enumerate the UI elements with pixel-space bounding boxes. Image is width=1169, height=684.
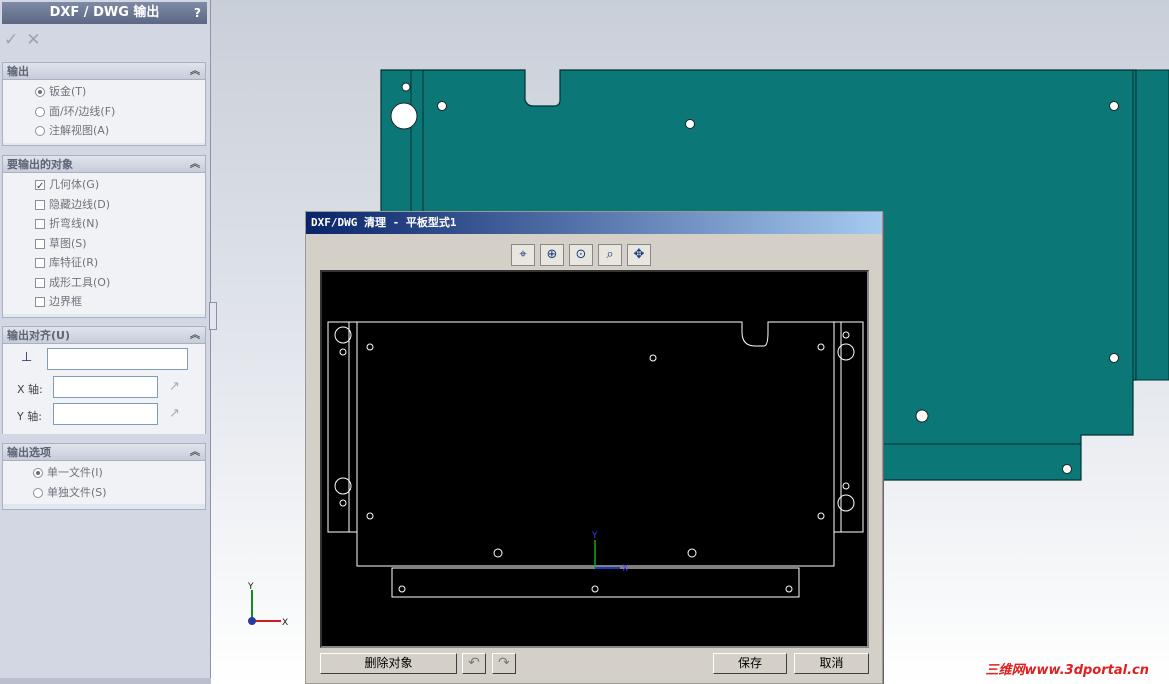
check-icon[interactable]: ✓ <box>4 30 18 50</box>
collapse-icon[interactable]: ︽ <box>190 156 200 173</box>
y-axis-field[interactable] <box>53 403 158 425</box>
delete-objects-button[interactable]: 删除对象 <box>320 653 457 674</box>
preview-y-label: Y <box>591 531 598 541</box>
collapse-icon[interactable]: ︽ <box>190 327 200 344</box>
options-group-title: 输出选项 <box>7 446 51 459</box>
save-button[interactable]: 保存 <box>713 653 787 674</box>
output-group: 输出 ︽ 钣金(T) 面/环/边线(F) 注解视图(A) <box>2 62 206 146</box>
radio-sheetmetal[interactable]: 钣金(T) <box>3 82 205 102</box>
select-wand-icon[interactable]: ⌖ <box>511 244 535 266</box>
drawing-preview[interactable]: Y X <box>320 270 869 648</box>
radio-faces-label: 面/环/边线(F) <box>49 104 116 118</box>
align-group-title: 输出对齐(U) <box>7 329 70 342</box>
help-icon[interactable]: ? <box>194 2 201 24</box>
panel-tabs[interactable] <box>0 678 211 684</box>
options-group-body: 单一文件(I) 单独文件(S) <box>3 461 205 504</box>
action-buttons: ✓ ✕ <box>4 30 49 50</box>
zoom-area-icon[interactable]: ⌕ <box>598 244 622 266</box>
watermark-text: 三维网www.3dportal.cn <box>985 663 1149 678</box>
checkbox-sketches[interactable]: 草图(S) <box>3 234 205 254</box>
align-group: 输出对齐(U) ︽ ⊥ X 轴: ↗ Y 轴: ↗ <box>2 326 206 434</box>
radio-annotation-view[interactable]: 注解视图(A) <box>3 121 205 141</box>
checkbox-bounding-box[interactable]: 边界框 <box>3 292 205 312</box>
checkbox-forming-tools[interactable]: 成形工具(O) <box>3 273 205 293</box>
radio-single-file[interactable]: 单一文件(I) <box>3 463 205 483</box>
flip-direction-icon[interactable]: ↗ <box>169 379 180 394</box>
x-axis-field[interactable] <box>53 376 158 398</box>
output-group-body: 钣金(T) 面/环/边线(F) 注解视图(A) <box>3 80 205 143</box>
pan-icon[interactable]: ✥ <box>627 244 651 266</box>
radio-faces-loops-edges[interactable]: 面/环/边线(F) <box>3 102 205 122</box>
preview-drawing[interactable]: Y X <box>322 272 867 646</box>
panel-title: DXF / DWG 输出 ? <box>2 2 207 24</box>
align-group-body: ⊥ X 轴: ↗ Y 轴: ↗ <box>3 344 205 434</box>
radio-separate-files[interactable]: 单独文件(S) <box>3 483 205 503</box>
options-group: 输出选项 ︽ 单一文件(I) 单独文件(S) <box>2 443 206 510</box>
flip-direction-icon[interactable]: ↗ <box>169 406 180 421</box>
checkbox-library-features[interactable]: 库特征(R) <box>3 253 205 273</box>
objects-group-body: 几何体(G) 隐藏边线(D) 折弯线(N) 草图(S) 库特征(R) 成形工具(… <box>3 173 205 314</box>
triad-x-label: X <box>282 618 288 628</box>
redo-icon[interactable]: ↷ <box>492 653 516 674</box>
dialog-title: DXF/DWG 清理 - 平板型式1 <box>306 212 882 234</box>
preview-axes-icon: Y X <box>591 531 628 574</box>
undo-icon[interactable]: ↶ <box>462 653 486 674</box>
x-icon[interactable]: ✕ <box>26 30 40 50</box>
zoom-icon[interactable]: ⊕ <box>540 244 564 266</box>
preview-x-label: X <box>622 564 628 574</box>
output-group-header[interactable]: 输出 ︽ <box>3 63 205 80</box>
origin-axes-icon: ⊥ <box>21 350 33 365</box>
objects-group: 要输出的对象 ︽ 几何体(G) 隐藏边线(D) 折弯线(N) 草图(S) 库特征(… <box>2 155 206 318</box>
objects-group-header[interactable]: 要输出的对象 ︽ <box>3 156 205 173</box>
y-axis-label: Y 轴: <box>17 410 42 423</box>
origin-field[interactable] <box>47 348 188 370</box>
checkbox-hidden-edges[interactable]: 隐藏边线(D) <box>3 195 205 215</box>
collapse-icon[interactable]: ︽ <box>190 63 200 80</box>
property-manager-panel: DXF / DWG 输出 ? ✓ ✕ 输出 ︽ 钣金(T) 面/环/边线(F) 注解… <box>0 0 217 684</box>
cleanup-dialog: DXF/DWG 清理 - 平板型式1 ⌖ ⊕ ⊙ ⌕ ✥ Y X 删除对象 ↶ … <box>305 211 883 684</box>
checkbox-bend-lines[interactable]: 折弯线(N) <box>3 214 205 234</box>
zoom-fit-icon[interactable]: ⊙ <box>569 244 593 266</box>
objects-group-title: 要输出的对象 <box>7 158 73 171</box>
x-axis-label: X 轴: <box>17 383 43 396</box>
triad-y-label: Y <box>247 582 254 592</box>
checkbox-geometry[interactable]: 几何体(G) <box>3 175 205 197</box>
panel-title-text: DXF / DWG 输出 <box>49 5 160 20</box>
triad-axes-icon: Y X <box>247 582 288 628</box>
align-group-header[interactable]: 输出对齐(U) ︽ <box>3 327 205 344</box>
output-group-title: 输出 <box>7 65 29 78</box>
options-group-header[interactable]: 输出选项 ︽ <box>3 444 205 461</box>
cancel-button[interactable]: 取消 <box>794 653 869 674</box>
collapse-icon[interactable]: ︽ <box>190 444 200 461</box>
